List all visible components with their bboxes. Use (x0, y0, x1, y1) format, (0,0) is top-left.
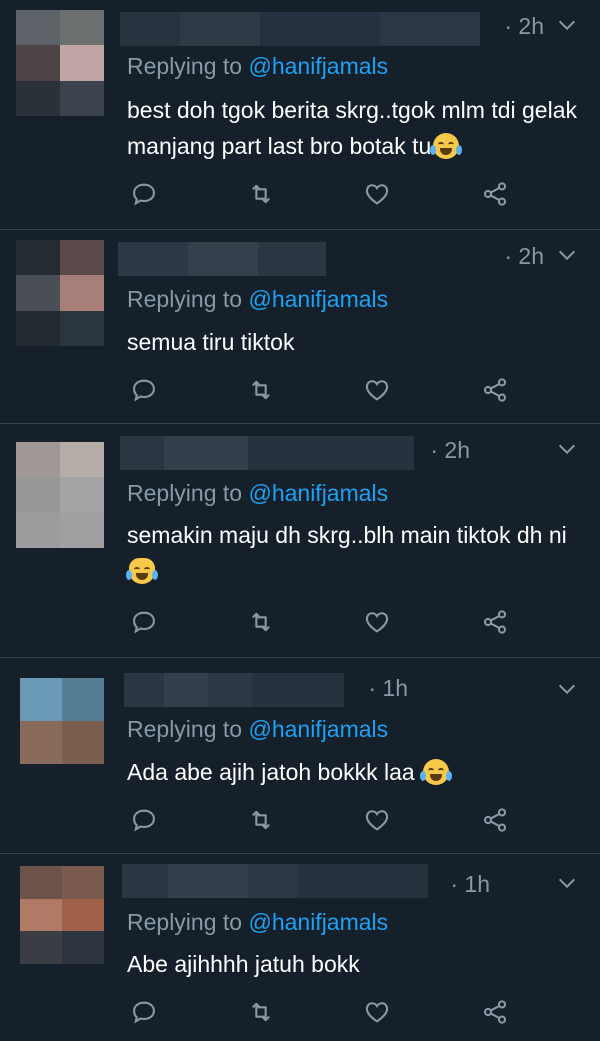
tweet-actions (0, 180, 600, 210)
chevron-down-icon[interactable] (556, 678, 578, 700)
retweet-icon[interactable] (247, 376, 275, 404)
timestamp[interactable]: · 2h (504, 12, 544, 40)
reply-tweet[interactable]: · 2h Replying to @hanifjamals best doh t… (0, 0, 600, 230)
avatar[interactable] (20, 678, 104, 764)
tweet-body: semakin maju dh skrg..blh main tiktok dh… (127, 522, 567, 548)
timestamp[interactable]: · 1h (450, 870, 490, 898)
tweet-body: semua tiru tiktok (127, 329, 295, 355)
avatar[interactable] (16, 10, 104, 116)
replying-label: Replying to (127, 909, 249, 935)
share-icon[interactable] (481, 376, 509, 404)
reply-feed: · 2h Replying to @hanifjamals best doh t… (0, 0, 600, 1041)
blurred-username[interactable] (120, 436, 414, 470)
share-icon[interactable] (481, 998, 509, 1026)
mention-link[interactable]: @hanifjamals (248, 53, 388, 79)
reply-icon[interactable] (130, 998, 158, 1026)
like-icon[interactable] (363, 806, 391, 834)
chevron-down-icon[interactable] (556, 872, 578, 894)
replying-to: Replying to @hanifjamals (127, 715, 388, 743)
replying-label: Replying to (127, 286, 249, 312)
avatar[interactable] (20, 866, 104, 964)
face-with-tears-of-joy-icon (420, 759, 453, 785)
timestamp[interactable]: · 2h (504, 242, 544, 270)
tweet-actions (0, 998, 600, 1028)
blurred-username[interactable] (122, 864, 428, 898)
chevron-down-icon[interactable] (556, 438, 578, 460)
reply-tweet[interactable]: · 1h Replying to @hanifjamals Abe ajihhh… (0, 854, 600, 1041)
avatar[interactable] (16, 240, 104, 346)
like-icon[interactable] (363, 608, 391, 636)
retweet-icon[interactable] (247, 998, 275, 1026)
tweet-body: Ada abe ajih jatoh bokkk laa (127, 759, 422, 785)
reply-tweet[interactable]: · 2h Replying to @hanifjamals semakin ma… (0, 424, 600, 658)
like-icon[interactable] (363, 376, 391, 404)
retweet-icon[interactable] (247, 608, 275, 636)
replying-to: Replying to @hanifjamals (127, 52, 388, 80)
tweet-text: semakin maju dh skrg..blh main tiktok dh… (126, 517, 567, 589)
tweet-actions (0, 608, 600, 638)
face-with-tears-of-joy-icon (430, 133, 463, 159)
replying-label: Replying to (127, 480, 249, 506)
reply-icon[interactable] (130, 180, 158, 208)
chevron-down-icon[interactable] (556, 244, 578, 266)
reply-icon[interactable] (130, 376, 158, 404)
tweet-text: best doh tgok berita skrg..tgok mlm tdi … (127, 92, 577, 164)
reply-tweet[interactable]: · 2h Replying to @hanifjamals semua tiru… (0, 230, 600, 424)
cat-with-tears-of-joy-icon (126, 558, 158, 584)
mention-link[interactable]: @hanifjamals (248, 286, 388, 312)
tweet-body: Abe ajihhhh jatuh bokk (127, 951, 360, 977)
tweet-text: Abe ajihhhh jatuh bokk (127, 946, 577, 982)
like-icon[interactable] (363, 998, 391, 1026)
chevron-down-icon[interactable] (556, 14, 578, 36)
replying-label: Replying to (127, 53, 249, 79)
share-icon[interactable] (481, 806, 509, 834)
tweet-text: Ada abe ajih jatoh bokkk laa (127, 754, 577, 790)
retweet-icon[interactable] (247, 806, 275, 834)
reply-icon[interactable] (130, 806, 158, 834)
replying-label: Replying to (127, 716, 249, 742)
retweet-icon[interactable] (247, 180, 275, 208)
avatar[interactable] (16, 442, 104, 548)
tweet-actions (0, 376, 600, 406)
mention-link[interactable]: @hanifjamals (248, 716, 388, 742)
mention-link[interactable]: @hanifjamals (248, 909, 388, 935)
reply-icon[interactable] (130, 608, 158, 636)
replying-to: Replying to @hanifjamals (127, 285, 388, 313)
replying-to: Replying to @hanifjamals (127, 479, 388, 507)
timestamp[interactable]: · 2h (430, 436, 470, 464)
timestamp[interactable]: · 1h (368, 674, 408, 702)
replying-to: Replying to @hanifjamals (127, 908, 388, 936)
tweet-body: best doh tgok berita skrg..tgok mlm tdi … (127, 97, 577, 159)
reply-tweet[interactable]: · 1h Replying to @hanifjamals Ada abe aj… (0, 658, 600, 854)
tweet-text: semua tiru tiktok (127, 324, 577, 360)
like-icon[interactable] (363, 180, 391, 208)
blurred-username[interactable] (120, 12, 480, 46)
blurred-username[interactable] (118, 242, 326, 276)
tweet-actions (0, 806, 600, 836)
share-icon[interactable] (481, 608, 509, 636)
mention-link[interactable]: @hanifjamals (248, 480, 388, 506)
blurred-username[interactable] (124, 673, 344, 707)
share-icon[interactable] (481, 180, 509, 208)
